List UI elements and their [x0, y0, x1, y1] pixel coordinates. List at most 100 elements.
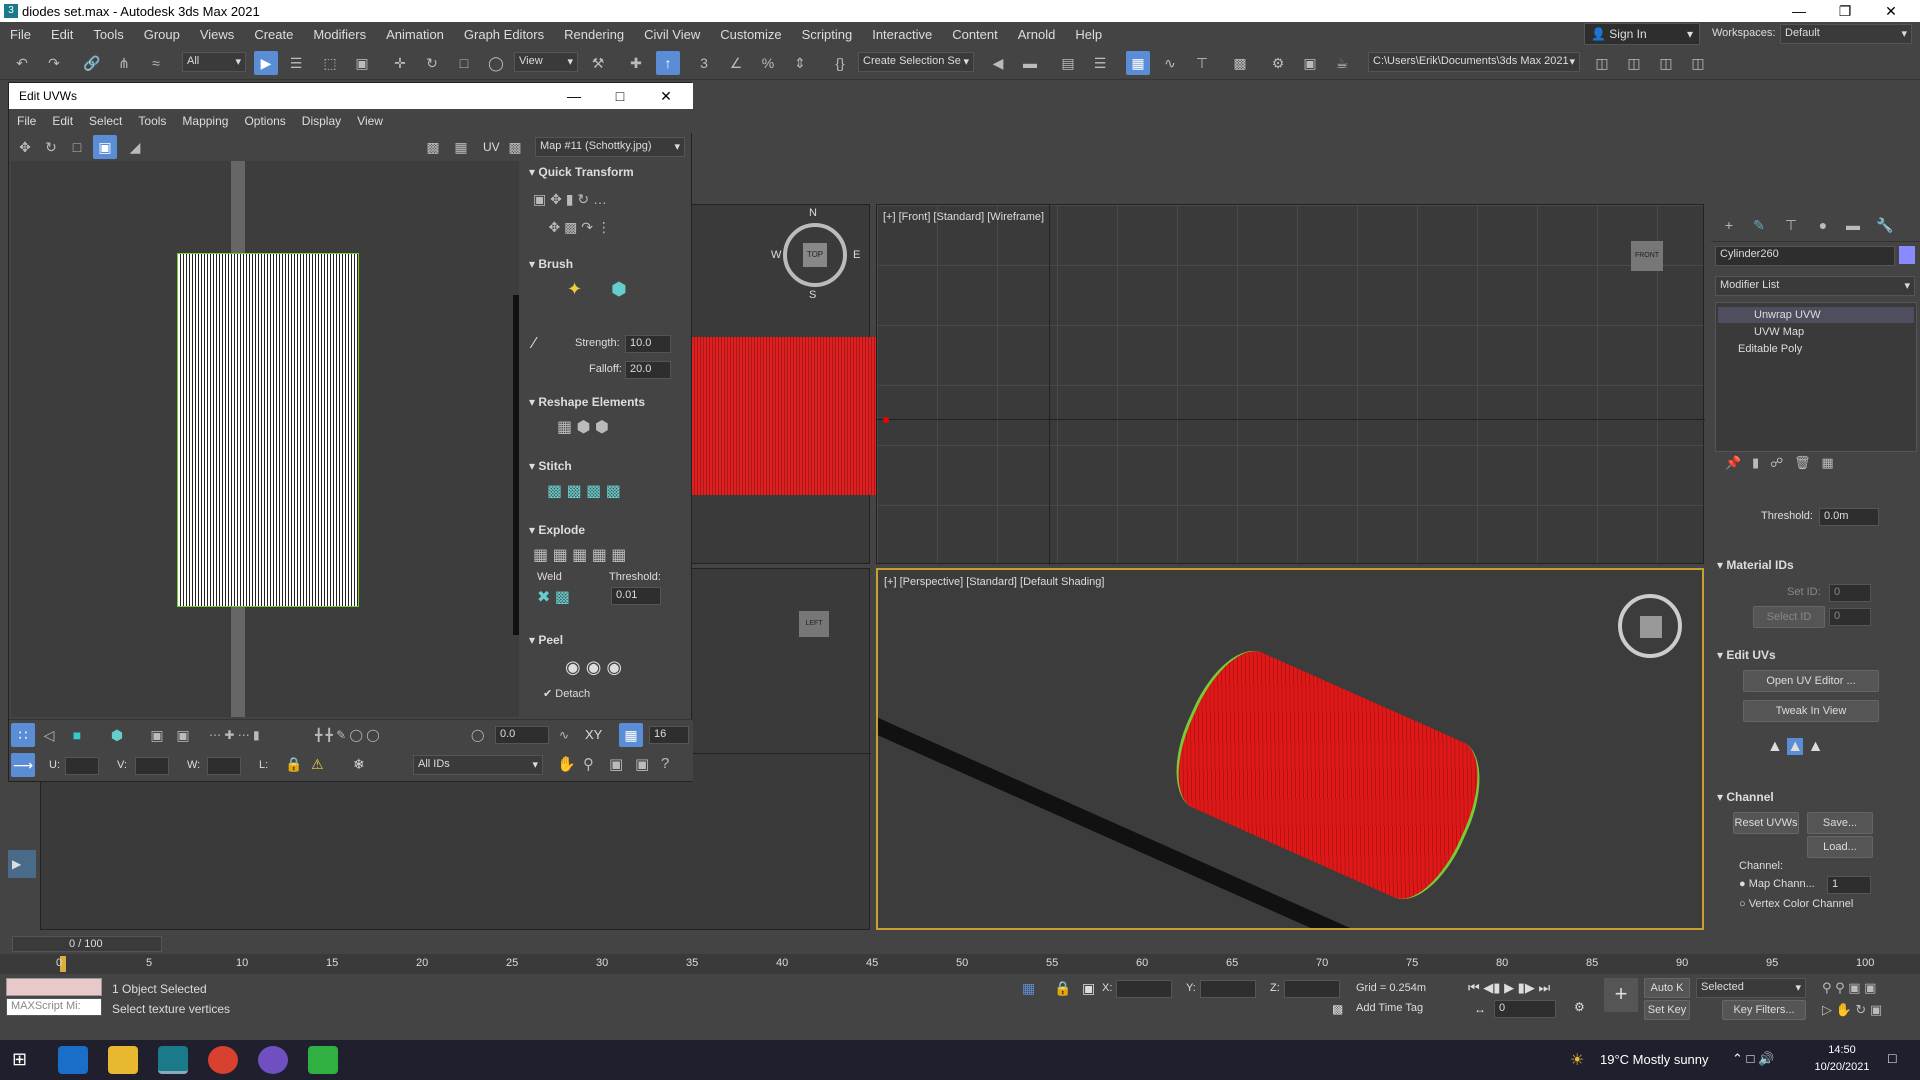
peel-icons[interactable]: ◉ ◉ ◉	[565, 657, 622, 678]
project-folder-icon[interactable]: ◫	[1590, 51, 1614, 75]
threshold-field[interactable]: 0.0m	[1819, 508, 1879, 526]
stack-item[interactable]: Unwrap UVW	[1718, 307, 1914, 323]
reset-uvws-button[interactable]: Reset UVWs	[1733, 812, 1799, 834]
auto-key-button[interactable]: Auto K	[1644, 978, 1690, 998]
uv-label[interactable]: UV	[483, 140, 500, 154]
project-new-icon[interactable]: ◫	[1654, 51, 1678, 75]
layer-explorer-icon[interactable]: ☰	[1088, 51, 1112, 75]
uvw-menu-display[interactable]: Display	[294, 114, 349, 128]
unlink-icon[interactable]: ⋔	[112, 51, 136, 75]
time-config-gear-icon[interactable]: ⚙	[1574, 1000, 1585, 1014]
peel-header[interactable]: ▾ Peel	[529, 633, 563, 647]
scale-icon[interactable]: □	[452, 51, 476, 75]
key-filters-button[interactable]: Key Filters...	[1722, 1000, 1806, 1020]
placement-icon[interactable]: ◯	[484, 51, 508, 75]
uv-canvas[interactable]	[11, 161, 519, 717]
relax-brush-icon[interactable]: ⬢	[611, 279, 627, 300]
edge-mode-icon[interactable]: ◁	[37, 723, 61, 747]
menu-file[interactable]: File	[0, 27, 41, 42]
strength-field[interactable]: 10.0	[625, 335, 671, 353]
uvw-freeform-icon[interactable]: ▣	[93, 135, 117, 159]
select-object-icon[interactable]: ▶	[254, 51, 278, 75]
track-bar[interactable]: 0 5 10 15 20 25 30 35 40 45 50 55 60 65 70 75 80 85 90 95 10…	[0, 954, 1920, 974]
detach-checkbox[interactable]: ✔ Detach	[543, 687, 590, 700]
clock-date[interactable]: 10/20/2021	[1806, 1061, 1878, 1073]
quick-transform-icons[interactable]: ▣ ✥ ▮ ↻ … ✥ ▩ ↷ ⋮	[533, 185, 611, 241]
viewcube-front-face[interactable]: FRONT	[1631, 241, 1663, 271]
schematic-view-icon[interactable]: ⊤	[1190, 51, 1214, 75]
viewcube-face[interactable]	[1640, 616, 1662, 638]
time-slider[interactable]: 0 / 100	[12, 936, 162, 952]
help-icon[interactable]: ?	[661, 755, 669, 772]
render-setup-icon[interactable]: ⚙	[1266, 51, 1290, 75]
rendered-frame-icon[interactable]: ▣	[1298, 51, 1322, 75]
stitch-icons[interactable]: ▩ ▩ ▩ ▩	[547, 481, 621, 501]
x-coord-field[interactable]	[1116, 980, 1172, 998]
angle-field[interactable]: 0.0	[495, 726, 549, 744]
menu-customize[interactable]: Customize	[710, 27, 791, 42]
named-selection-icon[interactable]: {}	[828, 51, 852, 75]
create-tab-icon[interactable]: +	[1717, 213, 1741, 237]
uvw-menu-file[interactable]: File	[9, 114, 44, 128]
menu-rendering[interactable]: Rendering	[554, 27, 634, 42]
grow-select-icon[interactable]: ▣	[145, 723, 169, 747]
app-icon[interactable]	[308, 1046, 338, 1074]
paint-select-icons[interactable]: ╋ ╋ ✎ ◯ ◯	[315, 728, 380, 742]
project-path-select[interactable]: C:\Users\Erik\Documents\3ds Max 2021 ▾	[1368, 52, 1580, 72]
bind-spacewarp-icon[interactable]: ≈	[144, 51, 168, 75]
weather-icon[interactable]: ☀	[1570, 1050, 1584, 1070]
rotate-icon[interactable]: ↻	[420, 51, 444, 75]
menu-tools[interactable]: Tools	[83, 27, 133, 42]
set-id-field[interactable]: 0	[1829, 584, 1871, 602]
ref-coord-select[interactable]: View ▾	[514, 52, 578, 72]
weather-label[interactable]: 19°C Mostly sunny	[1600, 1052, 1709, 1067]
angle-snap-icon[interactable]: ∠	[724, 51, 748, 75]
motion-tab-icon[interactable]: ●	[1811, 213, 1835, 237]
selection-filter-select[interactable]: All ▾	[182, 52, 246, 72]
vertex-mode-icon[interactable]: ∷	[11, 723, 35, 747]
open-uv-editor-button[interactable]: Open UV Editor ...	[1743, 670, 1879, 692]
pan-icon[interactable]: ✋	[557, 755, 576, 773]
uvw-grid-icon[interactable]: ▦	[449, 135, 473, 159]
edge-icon[interactable]	[58, 1046, 88, 1074]
spinner-snap-icon[interactable]: ⇕	[788, 51, 812, 75]
hierarchy-tab-icon[interactable]: ⊤	[1779, 213, 1803, 237]
zoom-extents-icon[interactable]: ▣	[635, 755, 649, 773]
maximize-button[interactable]: ❐	[1822, 0, 1868, 22]
explode-icons[interactable]: ▦ ▦ ▦ ▦ ▦	[533, 545, 626, 565]
falloff-field[interactable]: 20.0	[625, 361, 671, 379]
front-viewport[interactable]: [+] [Front] [Standard] [Wireframe] FRONT	[876, 204, 1705, 565]
menu-arnold[interactable]: Arnold	[1008, 27, 1066, 42]
viewport-nav-icons-2[interactable]: ▷ ✋ ↻ ▣	[1822, 1002, 1882, 1018]
menu-graph-editors[interactable]: Graph Editors	[454, 27, 554, 42]
menu-interactive[interactable]: Interactive	[862, 27, 942, 42]
select-id-button[interactable]: Select ID	[1753, 606, 1825, 628]
uvw-menu-options[interactable]: Options	[236, 114, 293, 128]
link-icon[interactable]: 🔗	[80, 51, 104, 75]
edit-uvs-header[interactable]: ▾ Edit UVs	[1717, 648, 1776, 662]
zoom-region-icon[interactable]: ▣	[609, 755, 623, 773]
menu-create[interactable]: Create	[244, 27, 303, 42]
stack-item[interactable]: Editable Poly	[1718, 341, 1914, 357]
uvw-menu-select[interactable]: Select	[81, 114, 130, 128]
uvw-close-button[interactable]: ✕	[643, 83, 689, 109]
menu-views[interactable]: Views	[190, 27, 244, 42]
snap-value-field[interactable]: 16	[649, 726, 689, 744]
reshape-elements-header[interactable]: ▾ Reshape Elements	[529, 395, 645, 409]
select-by-name-icon[interactable]: ☰	[284, 51, 308, 75]
notifications-icon[interactable]: □	[1888, 1050, 1896, 1066]
maxscript-mini-field[interactable]: MAXScript Mi:	[6, 998, 102, 1016]
redo-icon[interactable]: ↷	[42, 51, 66, 75]
chrome-icon[interactable]	[208, 1046, 238, 1074]
menu-group[interactable]: Group	[134, 27, 190, 42]
stack-item[interactable]: UVW Map	[1718, 324, 1914, 340]
quick-transform-header[interactable]: ▾ Quick Transform	[529, 165, 634, 179]
load-button[interactable]: Load...	[1807, 836, 1873, 858]
viewcube-compass[interactable]: N W E S TOP	[771, 207, 860, 301]
uvw-maximize-button[interactable]: □	[597, 83, 643, 109]
select-manipulate-icon[interactable]: ✚	[624, 51, 648, 75]
weld-icons[interactable]: ✖ ▩	[537, 587, 570, 607]
tweak-in-view-button[interactable]: Tweak In View	[1743, 700, 1879, 722]
mirror-icon[interactable]: ◀	[986, 51, 1010, 75]
file-explorer-icon[interactable]	[108, 1046, 138, 1074]
